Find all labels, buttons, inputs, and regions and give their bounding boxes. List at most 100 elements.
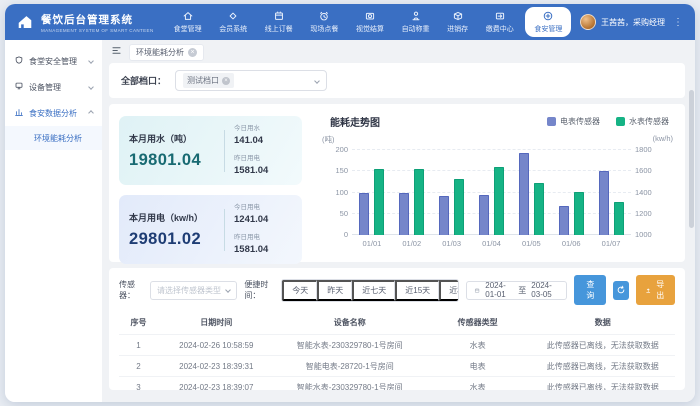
bar-电表传感器-01/07: [599, 171, 609, 235]
bar-group-01/03: 01/03: [432, 150, 472, 235]
bar-水表传感器-01/03: [454, 179, 464, 235]
scrollbar-thumb[interactable]: [689, 90, 694, 228]
food-safety-icon: [542, 10, 554, 22]
sidebar-item-设备管理[interactable]: 设备管理: [5, 74, 102, 100]
table-row: 22024-02-23 18:39:31智能电表-28720-1号房间电表此传感…: [119, 356, 675, 377]
sidebar-subitem-环境能耗分析[interactable]: 环境能耗分析: [5, 126, 102, 150]
quick-time-昨天[interactable]: 昨天: [317, 280, 352, 301]
logo-icon: [15, 11, 35, 33]
device-icon: [14, 81, 24, 93]
selected-stall-tag: 测试档口 ×: [183, 73, 234, 88]
payment-icon: [494, 10, 506, 22]
tab-close-icon[interactable]: ×: [188, 48, 197, 57]
nav-item-线上订餐[interactable]: 线上订餐: [258, 4, 300, 40]
kebab-menu-icon[interactable]: ⋮: [673, 17, 683, 28]
stall-filter-label: 全部档口：: [121, 74, 166, 87]
bar-group-01/01: 01/01: [352, 150, 392, 235]
sensor-type-select[interactable]: 请选择传感器类型: [150, 281, 237, 300]
nav-item-缴费中心[interactable]: 缴费中心: [479, 4, 521, 40]
date-end: 2024-03-05: [531, 281, 559, 299]
tag-close-icon[interactable]: ×: [222, 77, 230, 85]
export-button[interactable]: 导出: [636, 275, 675, 305]
table-cell: 2: [119, 356, 158, 377]
online-order-icon: [273, 10, 285, 22]
legend-item-水表传感器[interactable]: 水表传感器: [616, 116, 669, 127]
today-elec-value: 1241.04: [234, 214, 292, 225]
quick-time-近15天[interactable]: 近15天: [395, 280, 439, 301]
table-filters: 传感器： 请选择传感器类型 便捷时间： 今天昨天近七天近15天近30天本月 20…: [119, 275, 675, 305]
tabbar: 环境能耗分析 ×: [109, 43, 685, 63]
auto-weigh-icon: [410, 10, 422, 22]
x-axis-label: 01/05: [511, 239, 551, 248]
right-axis-tick: 1400: [635, 188, 669, 197]
energy-trend-chart: 能耗走势图 电表传感器水表传感器 (吨) (kw/h) 010005012001…: [316, 112, 673, 252]
vision-checkout-icon: [364, 10, 376, 22]
left-axis-tick: 200: [320, 145, 348, 154]
refresh-button[interactable]: [613, 281, 629, 300]
app-subtitle: MANAGEMENT SYSTEM OF SMART CANTEEN: [41, 28, 154, 33]
chevron-down-icon: [88, 58, 94, 64]
nav-item-现场点餐[interactable]: 现场点餐: [303, 4, 345, 40]
nav-item-会员系统[interactable]: 会员系统: [212, 4, 254, 40]
sidebar-item-食安数据分析[interactable]: 食安数据分析: [5, 100, 102, 126]
nav-item-食安管理[interactable]: 食安管理: [525, 7, 571, 37]
x-axis-label: 01/06: [551, 239, 591, 248]
quick-time-近30天[interactable]: 近30天: [439, 280, 459, 301]
app-title: 餐饮后台管理系统: [41, 12, 154, 27]
monthly-electricity-card: 本月用电（kw/h） 29801.02 今日用电 1241.04 昨日用电 15…: [119, 195, 302, 264]
top-navbar: 餐饮后台管理系统 MANAGEMENT SYSTEM OF SMART CANT…: [5, 4, 695, 40]
elec-card-title: 本月用电（kw/h）: [129, 211, 215, 224]
stall-filter-card: 全部档口： 测试档口 ×: [109, 63, 685, 98]
overview-card: 本月用水（吨） 19801.04 今日用水 141.04 昨日用电 1581.0…: [109, 104, 685, 262]
query-button[interactable]: 查询: [574, 275, 606, 305]
legend-item-电表传感器[interactable]: 电表传感器: [547, 116, 600, 127]
sidebar-item-食堂安全管理[interactable]: 食堂安全管理: [5, 48, 102, 74]
nav-item-食堂管理[interactable]: 食堂管理: [167, 4, 209, 40]
bar-电表传感器-01/04: [479, 195, 489, 235]
avatar[interactable]: [580, 14, 596, 30]
table-cell: 智能水表-230329780-1号房间: [275, 335, 425, 356]
bar-水表传感器-01/07: [614, 202, 624, 235]
column-header-数据: 数据: [530, 312, 675, 335]
yesterday-elec-value: 1581.04: [234, 244, 292, 255]
bar-group-01/05: 01/05: [511, 150, 551, 235]
tab-label: 环境能耗分析: [136, 47, 184, 58]
home-icon: [182, 10, 194, 22]
sensor-data-table: 序号日期时间设备名称传感器类型数据 12024-02-26 10:58:59智能…: [119, 312, 675, 390]
table-cell: 水表: [425, 335, 531, 356]
right-axis-tick: 1200: [635, 209, 669, 218]
user-area[interactable]: 王茜茜，采购经理 ⋮: [576, 4, 695, 40]
today-water-value: 141.04: [234, 135, 292, 146]
left-axis-unit: (吨): [322, 134, 335, 145]
chart-legend: 电表传感器 水表传感器: [547, 116, 669, 127]
divider: [224, 130, 225, 172]
nav-item-视觉结算[interactable]: 视觉结算: [349, 4, 391, 40]
quick-time-今天[interactable]: 今天: [282, 280, 317, 301]
monthly-water-card: 本月用水（吨） 19801.04 今日用水 141.04 昨日用电 1581.0…: [119, 116, 302, 185]
bar-group-01/04: 01/04: [472, 150, 512, 235]
collapse-sidebar-icon[interactable]: [111, 43, 122, 61]
bar-group-01/06: 01/06: [551, 150, 591, 235]
tab-env-energy-analysis[interactable]: 环境能耗分析 ×: [129, 44, 204, 61]
legend-swatch: [547, 117, 556, 126]
quick-time-近七天[interactable]: 近七天: [352, 280, 395, 301]
table-cell: 此传感器已离线，无法获取数据: [530, 356, 675, 377]
left-axis-tick: 0: [320, 230, 348, 239]
nav-item-自动称重[interactable]: 自动称重: [395, 4, 437, 40]
table-cell: 1: [119, 335, 158, 356]
analysis-icon: [14, 107, 24, 119]
x-axis-label: 01/01: [352, 239, 392, 248]
x-axis-label: 01/07: [591, 239, 631, 248]
divider: [224, 209, 225, 251]
table-header-row: 序号日期时间设备名称传感器类型数据: [119, 312, 675, 335]
body-row: 食堂安全管理设备管理食安数据分析环境能耗分析 环境能耗分析 × 全部档口： 测试…: [5, 40, 695, 402]
inventory-icon: [452, 10, 464, 22]
table-cell: 智能电表-28720-1号房间: [275, 356, 425, 377]
calendar-icon: [474, 286, 480, 295]
stats-column: 本月用水（吨） 19801.04 今日用水 141.04 昨日用电 1581.0…: [119, 112, 302, 252]
date-range-picker[interactable]: 2024-01-01 至 2024-03-05: [466, 281, 567, 300]
water-card-value: 19801.04: [129, 151, 215, 170]
nav-item-进销存[interactable]: 进销存: [440, 4, 475, 40]
scrollbar-track[interactable]: [689, 42, 694, 400]
stall-select[interactable]: 测试档口 ×: [175, 70, 327, 91]
